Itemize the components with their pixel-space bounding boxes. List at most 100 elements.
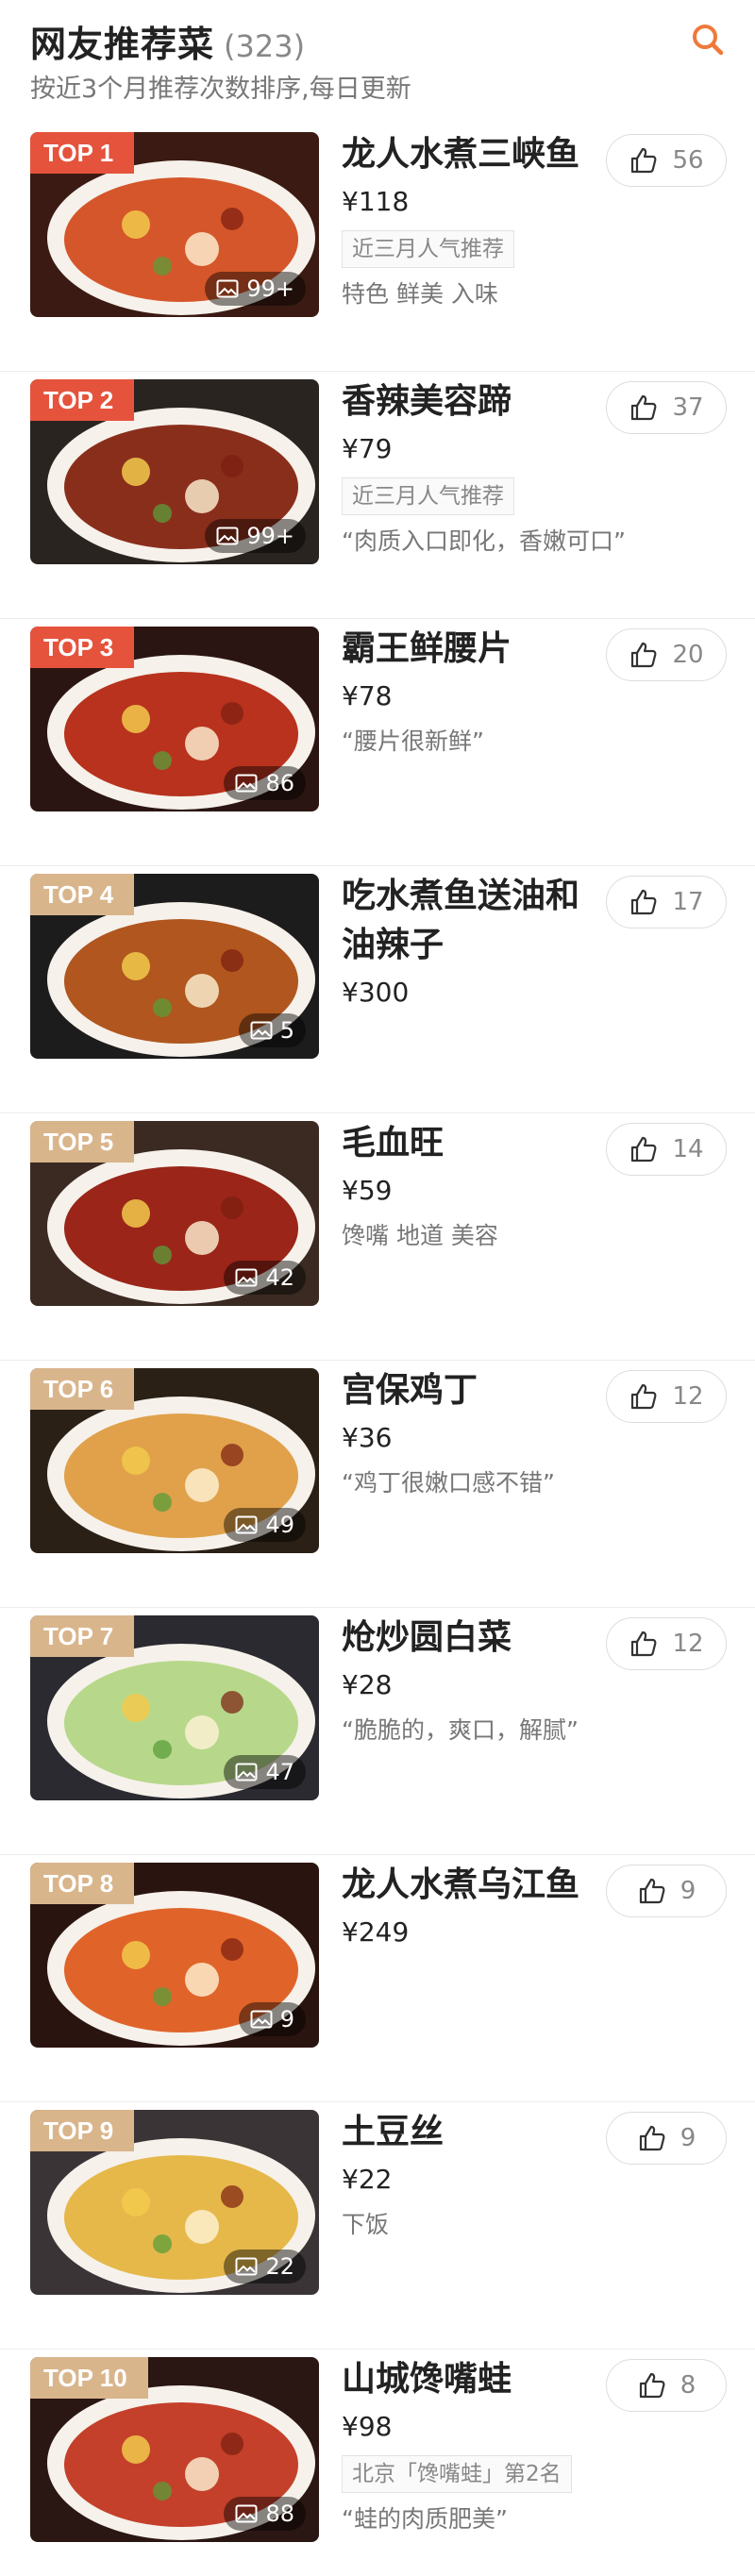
photo-count-value: 22 (265, 2253, 294, 2280)
dish-item[interactable]: TOP 9 22 土豆丝 ¥22 下饭 9 (0, 2102, 755, 2350)
dish-photo[interactable]: TOP 10 88 (30, 2357, 319, 2542)
dish-info: 龙人水煮乌江鱼 ¥249 (342, 1861, 596, 1951)
photo-count-value: 99+ (246, 276, 294, 302)
like-count: 20 (672, 641, 704, 669)
image-icon (235, 2257, 258, 2276)
dish-note: “肉质入口即化，香嫩可口” (342, 527, 626, 555)
like-button[interactable]: 37 (606, 381, 727, 434)
dish-item[interactable]: TOP 8 9 龙人水煮乌江鱼 ¥249 9 (0, 1855, 755, 2102)
image-icon (250, 1021, 273, 1040)
dish-price: ¥22 (342, 2164, 393, 2195)
dish-item[interactable]: TOP 7 47 炝炒圆白菜 ¥28 “脆脆的，爽口，解腻” 12 (0, 1608, 755, 1855)
dish-name: 毛血旺 (342, 1124, 445, 1163)
dish-item[interactable]: TOP 4 5 吃水煮鱼送油和油辣子 ¥300 17 (0, 866, 755, 1113)
photo-count: 9 (238, 2002, 306, 2036)
dish-name: 宫保鸡丁 (342, 1371, 478, 1410)
dish-item[interactable]: TOP 2 99+ 香辣美容蹄 ¥79 近三月人气推荐 “肉质入口即化，香嫩可口… (0, 372, 755, 619)
dish-name: 土豆丝 (342, 2113, 445, 2151)
page-title: 网友推荐菜 (323) (30, 15, 305, 67)
dish-price: ¥300 (342, 977, 410, 1008)
like-button[interactable]: 56 (606, 134, 727, 187)
photo-count-value: 9 (279, 2006, 294, 2032)
dish-photo[interactable]: TOP 8 9 (30, 1863, 319, 2048)
dish-info: 毛血旺 ¥59 馋嘴 地道 美容 (342, 1119, 596, 1255)
dish-name: 炝炒圆白菜 (342, 1618, 512, 1657)
photo-count: 99+ (205, 519, 306, 553)
dish-item[interactable]: TOP 3 86 霸王鲜腰片 ¥78 “腰片很新鲜” 20 (0, 619, 755, 866)
dish-price: ¥59 (342, 1175, 393, 1206)
thumbs-up-icon (631, 1631, 657, 1657)
photo-count-value: 47 (265, 1759, 294, 1785)
dish-photo[interactable]: TOP 2 99+ (30, 379, 319, 564)
like-count: 14 (672, 1135, 704, 1163)
rank-badge: TOP 5 (30, 1121, 135, 1163)
dish-info: 炝炒圆白菜 ¥28 “脆脆的，爽口，解腻” (342, 1614, 596, 1749)
like-button[interactable]: 9 (606, 1865, 727, 1917)
rank-badge: TOP 1 (30, 132, 135, 174)
dish-note: 下饭 (342, 2211, 390, 2238)
like-button[interactable]: 12 (606, 1370, 727, 1423)
dish-price: ¥36 (342, 1422, 393, 1453)
dish-item[interactable]: TOP 6 49 宫保鸡丁 ¥36 “鸡丁很嫩口感不错” 12 (0, 1361, 755, 1608)
dish-note: “鸡丁很嫩口感不错” (342, 1469, 555, 1497)
dish-name: 霸王鲜腰片 (342, 629, 512, 668)
dish-photo[interactable]: TOP 3 86 (30, 627, 319, 811)
dish-photo[interactable]: TOP 1 99+ (30, 132, 319, 317)
dish-price: ¥78 (342, 680, 393, 711)
dish-info: 霸王鲜腰片 ¥78 “腰片很新鲜” (342, 625, 596, 761)
dish-info: 吃水煮鱼送油和油辣子 ¥300 (342, 872, 596, 1012)
dish-photo[interactable]: TOP 5 42 (30, 1121, 319, 1306)
like-count: 9 (680, 2124, 696, 2152)
like-button[interactable]: 8 (606, 2359, 727, 2412)
rank-badge: TOP 4 (30, 874, 135, 915)
dish-count: (323) (224, 28, 306, 64)
dish-note: 馋嘴 地道 美容 (342, 1222, 498, 1249)
thumbs-up-icon (631, 1383, 657, 1410)
dish-item[interactable]: TOP 5 42 毛血旺 ¥59 馋嘴 地道 美容 14 (0, 1113, 755, 1361)
image-icon (235, 1515, 258, 1534)
image-icon (216, 527, 239, 545)
thumbs-up-icon (631, 147, 657, 174)
dish-note: “脆脆的，爽口，解腻” (342, 1716, 579, 1744)
dish-item[interactable]: TOP 1 99+ 龙人水煮三峡鱼 ¥118 近三月人气推荐 特色 鲜美 入味 … (0, 125, 755, 372)
like-count: 56 (672, 146, 704, 175)
image-icon (235, 1763, 258, 1781)
dish-photo[interactable]: TOP 4 5 (30, 874, 319, 1059)
photo-count-value: 42 (265, 1264, 294, 1291)
image-icon (250, 2010, 273, 2029)
image-icon (235, 1268, 258, 1287)
dish-list: TOP 1 99+ 龙人水煮三峡鱼 ¥118 近三月人气推荐 特色 鲜美 入味 … (0, 125, 755, 2576)
like-button[interactable]: 14 (606, 1123, 727, 1176)
dish-photo[interactable]: TOP 7 47 (30, 1615, 319, 1800)
rank-badge: TOP 9 (30, 2110, 135, 2151)
search-icon (693, 25, 724, 56)
image-icon (216, 279, 239, 298)
rank-badge: TOP 6 (30, 1368, 135, 1410)
page-title-text: 网友推荐菜 (30, 24, 215, 65)
like-button[interactable]: 12 (606, 1617, 727, 1670)
search-button[interactable] (687, 19, 729, 60)
like-count: 37 (672, 393, 704, 422)
dish-item[interactable]: TOP 10 88 山城馋嘴蛙 ¥98 北京「馋嘴蛙」第2名 “蛙的肉质肥美” … (0, 2350, 755, 2576)
rank-badge: TOP 8 (30, 1863, 135, 1904)
dish-name: 香辣美容蹄 (342, 382, 512, 421)
photo-count-value: 86 (265, 770, 294, 796)
dish-price: ¥98 (342, 2411, 393, 2442)
dish-info: 土豆丝 ¥22 下饭 (342, 2108, 596, 2244)
like-count: 12 (672, 1630, 704, 1658)
dish-photo[interactable]: TOP 6 49 (30, 1368, 319, 1553)
photo-count: 49 (224, 1508, 306, 1542)
like-button[interactable]: 20 (606, 628, 727, 681)
photo-count: 88 (224, 2497, 306, 2531)
like-button[interactable]: 9 (606, 2112, 727, 2165)
dish-info: 龙人水煮三峡鱼 ¥118 近三月人气推荐 特色 鲜美 入味 (342, 130, 596, 313)
photo-count-value: 49 (265, 1512, 294, 1538)
dish-name: 山城馋嘴蛙 (342, 2360, 512, 2399)
dish-photo[interactable]: TOP 9 22 (30, 2110, 319, 2295)
rank-badge: TOP 3 (30, 627, 135, 668)
photo-count-value: 88 (265, 2501, 294, 2527)
dish-tag: 北京「馋嘴蛙」第2名 (342, 2455, 572, 2493)
like-button[interactable]: 17 (606, 876, 727, 928)
thumbs-up-icon (631, 1136, 657, 1163)
photo-count: 5 (238, 1013, 306, 1047)
